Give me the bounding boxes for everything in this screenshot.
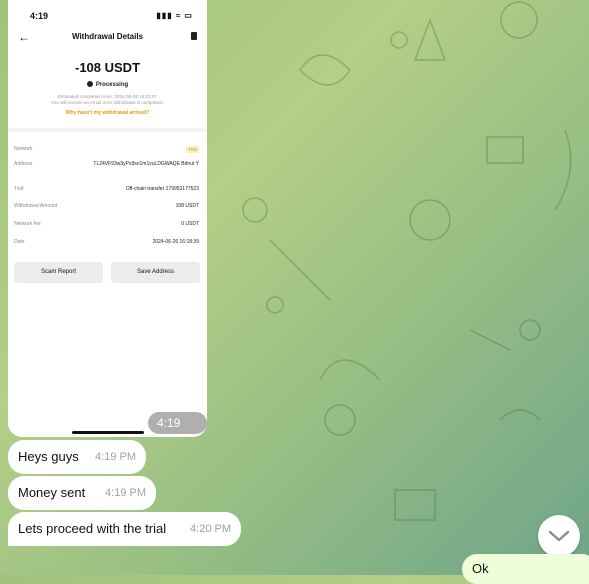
scroll-down-button[interactable] — [538, 515, 580, 557]
row-txid: Txid Off-chain transfer 179953177523 — [14, 186, 199, 192]
network-tag: TRX — [186, 146, 199, 153]
estimate-text: Estimated completion time: 2024-06-26 16… — [8, 94, 207, 106]
row-label: Network fee — [14, 221, 41, 227]
message-time: 4:19 PM — [105, 487, 146, 499]
row-label: Txid — [14, 186, 24, 192]
message-time: 4:19 PM — [95, 451, 136, 463]
row-value: Off-chain transfer 179953177523 — [125, 186, 199, 192]
row-date: Date 2024-06-26 16:18:39 — [14, 239, 199, 245]
home-indicator — [72, 431, 144, 434]
row-label: Date — [14, 239, 25, 245]
row-amount: Withdrawal Amount 108 USDT — [14, 203, 199, 209]
message-text: Heys guys — [18, 449, 79, 464]
row-value: 2024-06-26 16:18:39 — [152, 239, 199, 245]
message-time: 4:19 PM — [148, 412, 207, 434]
scam-report-button: Scam Report — [14, 262, 103, 283]
header-title: Withdrawal Details — [71, 32, 144, 41]
status-icons: ▮▮▮ ≈ ▭ — [156, 11, 193, 20]
status-text: Processing — [95, 82, 129, 88]
message-text: Lets proceed with the trial — [18, 521, 167, 536]
withdrawal-header: ← Withdrawal Details — [8, 30, 207, 44]
message-text: Ok — [472, 561, 489, 576]
email-line: You will receive an email once withdrawa… — [51, 100, 164, 105]
row-value: 108 USDT — [175, 203, 199, 209]
row-address: Address TL24VF93w3yPs9sn1m1vuLDGWAQE Bdn… — [14, 161, 199, 167]
screenshot-image[interactable]: 4:19 ▮▮▮ ≈ ▭ ← Withdrawal Details -108 U… — [8, 0, 207, 437]
row-label: Address — [14, 161, 33, 167]
why-link: Why hasn't my withdrawal arrived? — [65, 110, 150, 116]
message-bubble[interactable]: Lets proceed with the trial 4:20 PM — [8, 512, 241, 546]
row-value: 0 USDT — [181, 221, 199, 227]
message-bubble[interactable]: Heys guys 4:19 PM — [8, 440, 146, 474]
divider — [8, 128, 207, 132]
row-value: TL24VF93w3yPs9sn1m1vuLDGWAQE Bdnut Y — [93, 161, 199, 167]
row-fee: Network fee 0 USDT — [14, 221, 199, 227]
status-processing: Processing — [8, 81, 207, 88]
message-text: Money sent — [18, 485, 86, 500]
row-label: Withdrawal Amount — [14, 203, 58, 209]
withdrawal-amount: -108 USDT — [74, 60, 141, 75]
row-network: Network TRX — [14, 146, 199, 153]
document-icon — [191, 32, 197, 40]
status-bar: 4:19 ▮▮▮ ≈ ▭ — [30, 11, 193, 23]
save-address-button: Save Address — [111, 262, 200, 283]
outgoing-message-bubble[interactable]: Ok — [462, 554, 589, 584]
message-bubble[interactable]: Money sent 4:19 PM — [8, 476, 156, 510]
status-time: 4:19 — [30, 11, 49, 21]
chevron-down-icon — [548, 530, 570, 542]
clock-icon — [86, 81, 93, 87]
message-time: 4:20 PM — [190, 523, 231, 535]
row-label: Network — [14, 146, 33, 152]
